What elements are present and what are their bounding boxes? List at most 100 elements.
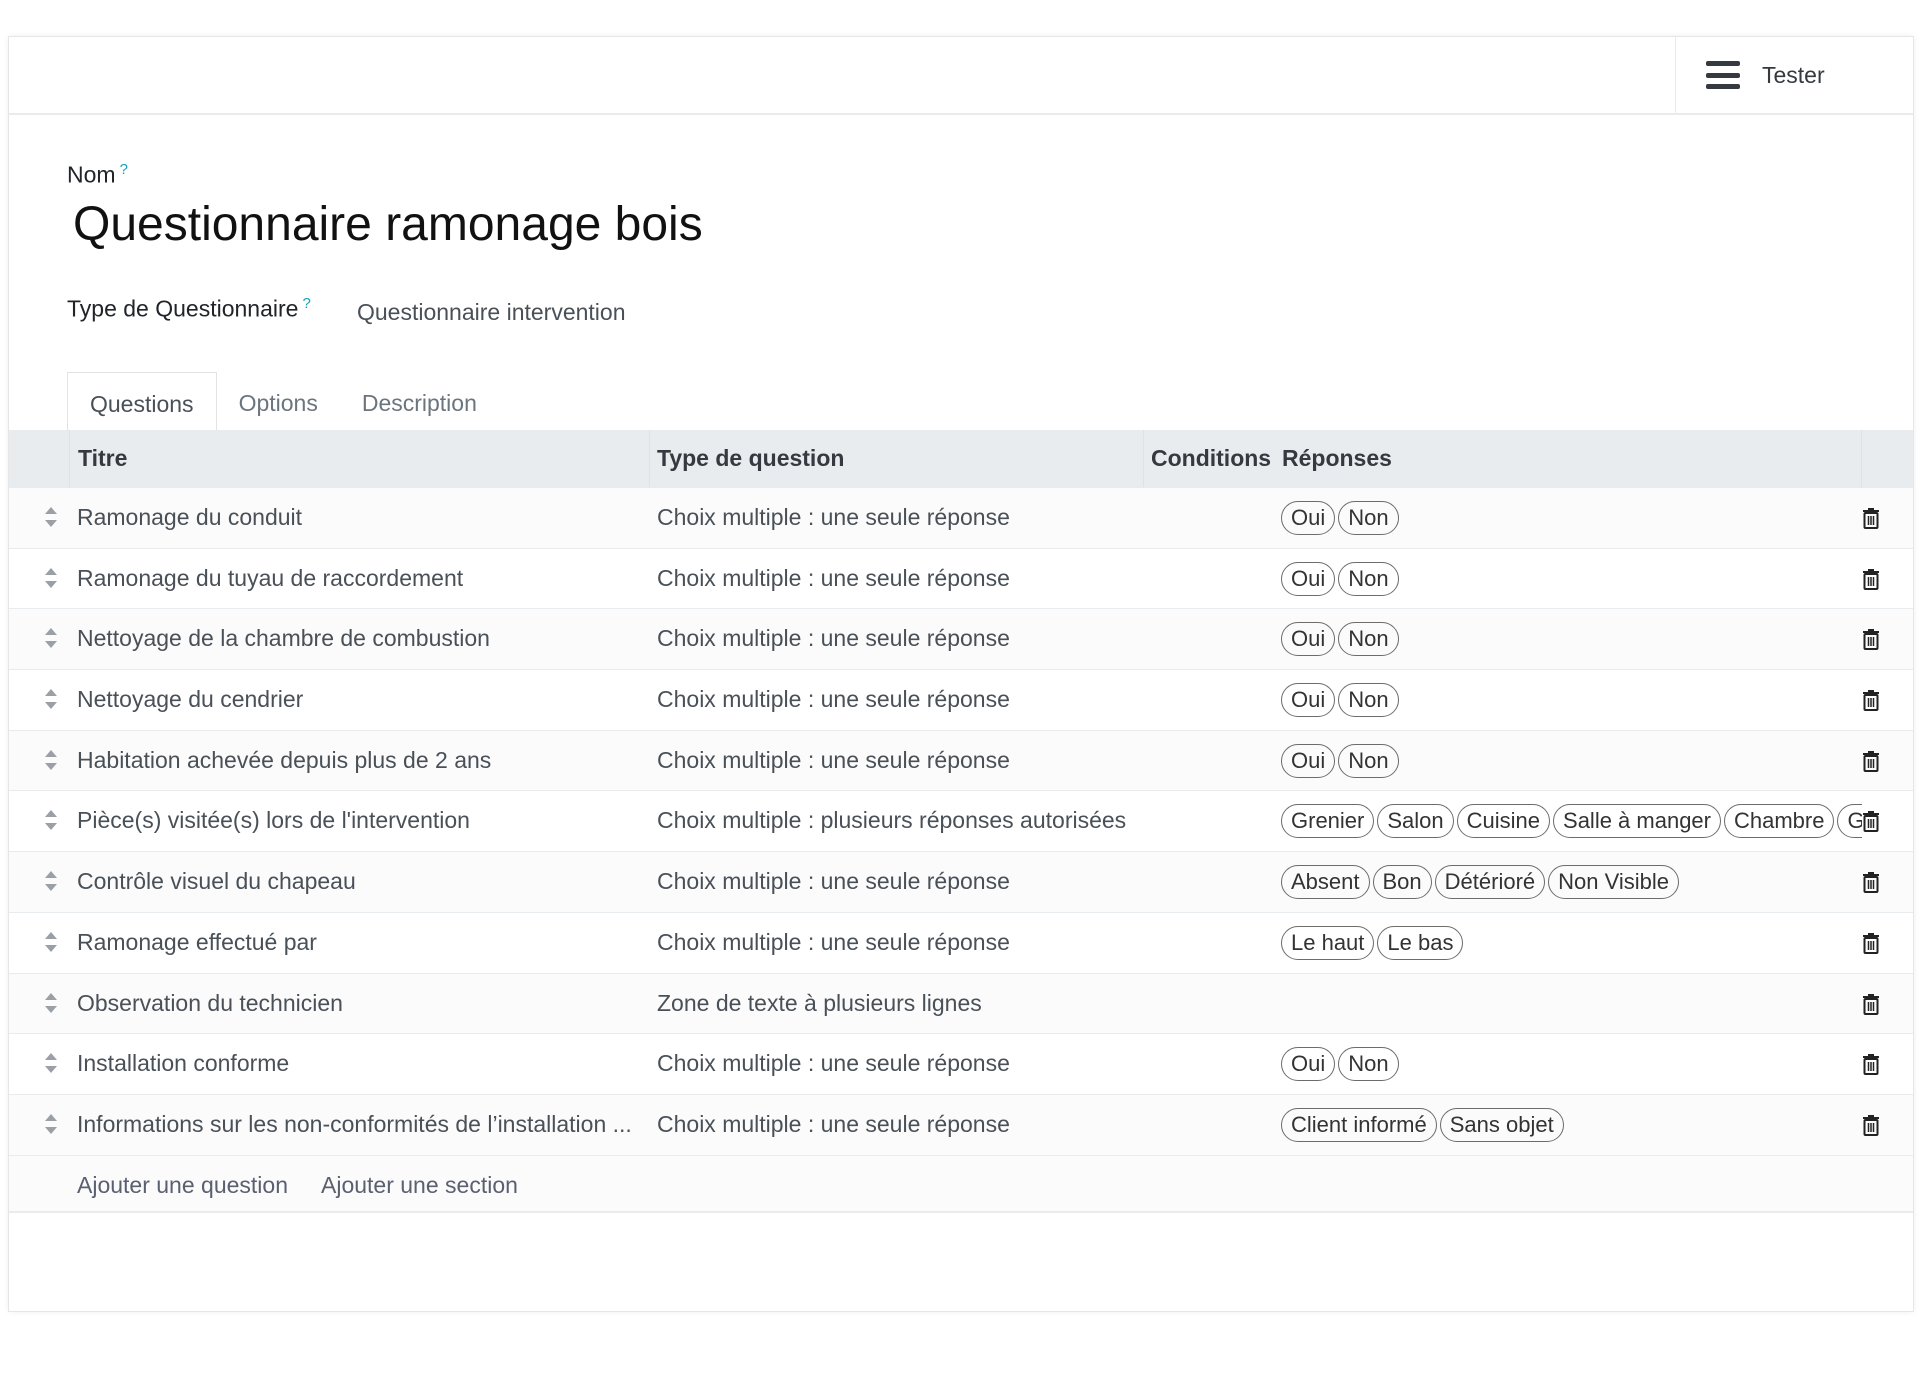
table-header: Titre Type de question Conditions Répons…: [9, 430, 1913, 487]
trash-icon[interactable]: [1861, 506, 1881, 530]
table-row[interactable]: Observation du technicien Zone de texte …: [9, 972, 1913, 1034]
answer-pill: Chambre: [1724, 804, 1835, 839]
answer-pill: Oui: [1281, 683, 1336, 718]
answer-pill: Salle à manger: [1553, 804, 1721, 839]
answer-pill: Non: [1338, 743, 1399, 778]
trash-icon[interactable]: [1861, 870, 1881, 894]
answer-pill: Non: [1338, 1047, 1399, 1082]
question-title[interactable]: Habitation achevée depuis plus de 2 ans: [77, 747, 649, 774]
drag-handle-icon[interactable]: [43, 992, 59, 1014]
top-bar: Tester: [9, 37, 1913, 115]
tab-options[interactable]: Options: [217, 372, 340, 430]
table-row[interactable]: Nettoyage de la chambre de combustion Ch…: [9, 608, 1913, 670]
trash-icon[interactable]: [1861, 688, 1881, 712]
column-type: Type de question: [657, 445, 845, 471]
answers: Absent Bon Détérioré Non Visible: [1281, 865, 1862, 900]
questions-table: Titre Type de question Conditions Répons…: [9, 430, 1913, 1213]
answer-pill: Ga: [1837, 804, 1862, 839]
answer-pill: Absent: [1281, 865, 1370, 900]
question-title[interactable]: Ramonage du tuyau de raccordement: [77, 565, 649, 592]
name-label: Nom?: [67, 161, 128, 188]
tester-button[interactable]: Tester: [1675, 37, 1913, 113]
answers: Oui Non: [1281, 1047, 1862, 1082]
answer-pill: Détérioré: [1434, 865, 1546, 900]
question-type: Choix multiple : plusieurs réponses auto…: [657, 807, 1127, 834]
trash-icon[interactable]: [1861, 809, 1881, 833]
question-type: Choix multiple : une seule réponse: [657, 686, 1010, 713]
question-title[interactable]: Pièce(s) visitée(s) lors de l'interventi…: [77, 807, 649, 834]
question-title[interactable]: Contrôle visuel du chapeau: [77, 868, 649, 895]
table-footer: Ajouter une question Ajouter une section: [9, 1154, 1913, 1213]
add-section-link[interactable]: Ajouter une section: [321, 1172, 518, 1199]
drag-handle-icon[interactable]: [43, 870, 59, 892]
question-type: Choix multiple : une seule réponse: [657, 564, 1010, 591]
table-row[interactable]: Nettoyage du cendrier Choix multiple : u…: [9, 669, 1913, 730]
answer-pill: Salon: [1377, 804, 1454, 839]
drag-handle-icon[interactable]: [43, 567, 59, 589]
question-type: Choix multiple : une seule réponse: [657, 928, 1010, 955]
questionnaire-card: Tester Nom? Questionnaire ramonage bois …: [8, 36, 1914, 1312]
question-title[interactable]: Ramonage du conduit: [77, 504, 649, 531]
help-icon[interactable]: ?: [302, 295, 310, 312]
answers: Le haut Le bas: [1281, 925, 1862, 960]
column-reponses: Réponses: [1282, 445, 1392, 471]
column-titre: Titre: [78, 445, 128, 471]
question-type: Choix multiple : une seule réponse: [657, 625, 1010, 652]
question-type: Zone de texte à plusieurs lignes: [657, 989, 982, 1016]
answers: Oui Non: [1281, 561, 1862, 596]
answer-pill: Sans objet: [1439, 1107, 1564, 1142]
table-row[interactable]: Contrôle visuel du chapeau Choix multipl…: [9, 851, 1913, 912]
table-row[interactable]: Informations sur les non-conformités de …: [9, 1093, 1913, 1155]
answer-pill: Oui: [1281, 743, 1336, 778]
page-title[interactable]: Questionnaire ramonage bois: [73, 197, 703, 252]
answers: Oui Non: [1281, 743, 1862, 778]
question-title[interactable]: Observation du technicien: [77, 990, 649, 1017]
drag-handle-icon[interactable]: [43, 688, 59, 710]
answer-pill: Grenier: [1281, 804, 1375, 839]
answers: Oui Non: [1281, 622, 1862, 657]
question-type: Choix multiple : une seule réponse: [657, 1110, 1010, 1137]
drag-handle-icon[interactable]: [43, 627, 59, 649]
drag-handle-icon[interactable]: [43, 809, 59, 831]
table-row[interactable]: Ramonage effectué par Choix multiple : u…: [9, 911, 1913, 973]
drag-handle-icon[interactable]: [43, 931, 59, 953]
type-value[interactable]: Questionnaire intervention: [357, 299, 626, 326]
table-row[interactable]: Pièce(s) visitée(s) lors de l'interventi…: [9, 790, 1913, 851]
table-row[interactable]: Ramonage du conduit Choix multiple : une…: [9, 487, 1913, 548]
tab-description[interactable]: Description: [340, 372, 499, 430]
answer-pill: Le bas: [1377, 925, 1464, 960]
trash-icon[interactable]: [1861, 992, 1881, 1016]
table-row[interactable]: Habitation achevée depuis plus de 2 ans …: [9, 729, 1913, 791]
answers: Oui Non: [1281, 683, 1862, 718]
trash-icon[interactable]: [1861, 1113, 1881, 1137]
trash-icon[interactable]: [1861, 749, 1881, 773]
table-row[interactable]: Ramonage du tuyau de raccordement Choix …: [9, 547, 1913, 609]
question-title[interactable]: Ramonage effectué par: [77, 929, 649, 956]
table-row[interactable]: Installation conforme Choix multiple : u…: [9, 1033, 1913, 1094]
answers: Oui Non: [1281, 501, 1862, 535]
drag-handle-icon[interactable]: [43, 749, 59, 771]
answer-pill: Non: [1338, 683, 1399, 718]
help-icon[interactable]: ?: [120, 161, 128, 178]
answer-pill: Oui: [1281, 501, 1336, 535]
add-question-link[interactable]: Ajouter une question: [77, 1172, 288, 1199]
answer-pill: Non: [1338, 501, 1399, 535]
trash-icon[interactable]: [1861, 567, 1881, 591]
answer-pill: Oui: [1281, 561, 1336, 596]
drag-handle-icon[interactable]: [43, 506, 59, 528]
answer-pill: Oui: [1281, 622, 1336, 657]
question-title[interactable]: Nettoyage de la chambre de combustion: [77, 625, 649, 652]
question-title[interactable]: Nettoyage du cendrier: [77, 686, 649, 713]
question-title[interactable]: Informations sur les non-conformités de …: [77, 1111, 649, 1138]
answer-pill: Non: [1338, 561, 1399, 596]
trash-icon[interactable]: [1861, 1052, 1881, 1076]
hamburger-icon: [1706, 61, 1740, 89]
drag-handle-icon[interactable]: [43, 1052, 59, 1074]
question-title[interactable]: Installation conforme: [77, 1050, 649, 1077]
trash-icon[interactable]: [1861, 627, 1881, 651]
drag-handle-icon[interactable]: [43, 1113, 59, 1135]
answer-pill: Cuisine: [1456, 804, 1551, 839]
tabs: Questions Options Description: [67, 372, 499, 430]
trash-icon[interactable]: [1861, 931, 1881, 955]
tab-questions[interactable]: Questions: [67, 372, 217, 430]
